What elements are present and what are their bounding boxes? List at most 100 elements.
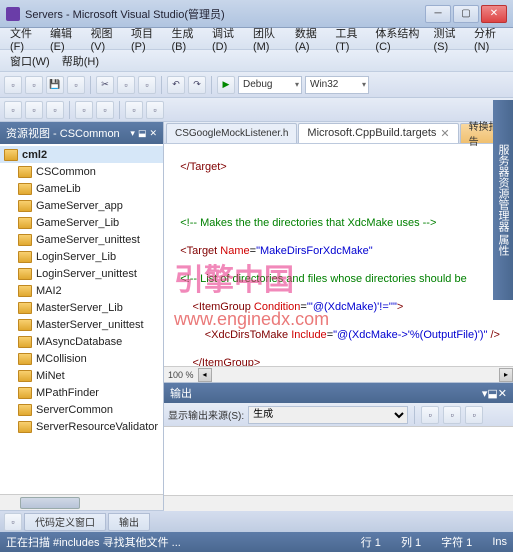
tree-item[interactable]: MCollision — [0, 350, 163, 367]
zoom-level[interactable]: 100 % — [164, 370, 198, 380]
config-dropdown[interactable]: Debug — [238, 76, 302, 94]
project-icon — [18, 302, 32, 314]
collapsed-panels[interactable]: 服务器资源管理器 属性 — [493, 100, 513, 300]
output-hscroll[interactable] — [164, 495, 513, 511]
copy-button[interactable]: ▫ — [117, 76, 135, 94]
menu-analyze[interactable]: 分析(N) — [468, 22, 509, 56]
dropdown-icon[interactable]: ▾ — [130, 128, 135, 139]
tree-hscrollbar[interactable] — [0, 494, 163, 510]
open-button[interactable]: ▫ — [25, 76, 43, 94]
tb2-6[interactable]: ▫ — [125, 101, 143, 119]
tree-item[interactable]: LoginServer_Lib — [0, 248, 163, 265]
maximize-button[interactable]: ▢ — [453, 5, 479, 23]
tree-root[interactable]: cml2 — [0, 146, 163, 163]
tree-item[interactable]: GameServer_Lib — [0, 214, 163, 231]
tb2-7[interactable]: ▫ — [146, 101, 164, 119]
code-editor[interactable]: </Target> <!-- Makes the the directories… — [164, 144, 513, 366]
tree-item[interactable]: LoginServer_unittest — [0, 265, 163, 282]
menu-team[interactable]: 团队(M) — [247, 22, 289, 56]
bt-icon[interactable]: ▫ — [4, 513, 22, 531]
tree-item[interactable]: MasterServer_Lib — [0, 299, 163, 316]
project-icon — [18, 234, 32, 246]
tb2-1[interactable]: ▫ — [4, 101, 22, 119]
tree-item[interactable]: ServerCommon — [0, 401, 163, 418]
paste-button[interactable]: ▫ — [138, 76, 156, 94]
menu-help[interactable]: 帮助(H) — [56, 50, 105, 72]
pin-icon[interactable]: ⬓ — [138, 128, 147, 139]
scroll-left-icon[interactable]: ◂ — [198, 368, 212, 382]
tb2-5[interactable]: ▫ — [96, 101, 114, 119]
tab-cppbuild[interactable]: Microsoft.CppBuild.targets ✕ — [298, 123, 458, 143]
project-icon — [18, 200, 32, 212]
menu-test[interactable]: 测试(S) — [428, 22, 469, 56]
output-btn2[interactable]: ▫ — [443, 406, 461, 424]
output-panel: 输出 ▾ ⬓ ✕ 显示输出来源(S): 生成 ▫ ▫ ▫ — [164, 382, 513, 510]
project-icon — [18, 217, 32, 229]
output-title: 输出 — [170, 385, 192, 401]
output-btn1[interactable]: ▫ — [421, 406, 439, 424]
project-icon — [18, 268, 32, 280]
minimize-button[interactable]: ─ — [425, 5, 451, 23]
server-explorer-tab[interactable]: 服务器资源管理器 — [495, 144, 511, 232]
tb2-4[interactable]: ▫ — [75, 101, 93, 119]
editor-hscroll[interactable]: 100 % ◂ ▸ — [164, 366, 513, 382]
output-text[interactable] — [164, 427, 513, 495]
project-icon — [18, 251, 32, 263]
properties-tab[interactable]: 属性 — [495, 234, 511, 256]
menu-project[interactable]: 项目(P) — [125, 22, 166, 56]
project-icon — [18, 387, 32, 399]
undo-button[interactable]: ↶ — [167, 76, 185, 94]
output-pin-icon[interactable]: ⬓ — [487, 387, 497, 400]
vs-icon — [6, 7, 20, 21]
status-message: 正在扫描 #includes 寻找其他文件 ... — [6, 534, 341, 550]
output-toolbar: 显示输出来源(S): 生成 ▫ ▫ ▫ — [164, 403, 513, 427]
tb2-2[interactable]: ▫ — [25, 101, 43, 119]
tree-item[interactable]: GameServer_app — [0, 197, 163, 214]
status-col: 列 1 — [401, 534, 421, 550]
saveall-button[interactable]: ▫ — [67, 76, 85, 94]
window-title: Servers - Microsoft Visual Studio(管理员) — [25, 6, 425, 22]
tab-codedef[interactable]: 代码定义窗口 — [24, 513, 106, 531]
menu-build[interactable]: 生成(B) — [166, 22, 207, 56]
menu-data[interactable]: 数据(A) — [289, 22, 330, 56]
output-close-icon[interactable]: ✕ — [498, 387, 507, 400]
panel-close-icon[interactable]: ✕ — [149, 128, 157, 139]
tree-item[interactable]: GameServer_unittest — [0, 231, 163, 248]
tree-item[interactable]: CSCommon — [0, 163, 163, 180]
tree-item[interactable]: ServerResourceValidator — [0, 418, 163, 435]
output-btn3[interactable]: ▫ — [465, 406, 483, 424]
tree-item[interactable]: MPathFinder — [0, 384, 163, 401]
tree-item[interactable]: GameLib — [0, 180, 163, 197]
start-button[interactable]: ▶ — [217, 76, 235, 94]
project-icon — [18, 183, 32, 195]
tree-item[interactable]: MAI2 — [0, 282, 163, 299]
menu-debug[interactable]: 调试(D) — [206, 22, 247, 56]
redo-button[interactable]: ↷ — [188, 76, 206, 94]
output-source-label: 显示输出来源(S): — [168, 407, 244, 422]
editor-area: CSGoogleMockListener.h Microsoft.CppBuil… — [164, 122, 513, 510]
tab-listener[interactable]: CSGoogleMockListener.h — [166, 123, 297, 143]
scroll-right-icon[interactable]: ▸ — [499, 368, 513, 382]
resource-tree[interactable]: cml2 CSCommon GameLib GameServer_app Gam… — [0, 144, 163, 494]
project-icon — [4, 149, 18, 161]
status-line: 行 1 — [361, 534, 381, 550]
tab-close-icon[interactable]: ✕ — [440, 127, 449, 140]
editor-tabs: CSGoogleMockListener.h Microsoft.CppBuil… — [164, 122, 513, 144]
watermark-url: www.enginedx.com — [174, 312, 329, 326]
cut-button[interactable]: ✂ — [96, 76, 114, 94]
tree-item[interactable]: MAsyncDatabase — [0, 333, 163, 350]
menu-arch[interactable]: 体系结构(C) — [369, 22, 427, 56]
close-button[interactable]: ✕ — [481, 5, 507, 23]
save-button[interactable]: 💾 — [46, 76, 64, 94]
project-icon — [18, 166, 32, 178]
output-source-select[interactable]: 生成 — [248, 406, 408, 424]
new-button[interactable]: ▫ — [4, 76, 22, 94]
menu-tools[interactable]: 工具(T) — [329, 22, 369, 56]
tree-item[interactable]: MiNet — [0, 367, 163, 384]
platform-dropdown[interactable]: Win32 — [305, 76, 369, 94]
menu-window[interactable]: 窗口(W) — [4, 50, 56, 72]
tb2-3[interactable]: ▫ — [46, 101, 64, 119]
tree-item[interactable]: MasterServer_unittest — [0, 316, 163, 333]
menubar: 文件(F) 编辑(E) 视图(V) 项目(P) 生成(B) 调试(D) 团队(M… — [0, 28, 513, 50]
tab-output[interactable]: 输出 — [108, 513, 150, 531]
